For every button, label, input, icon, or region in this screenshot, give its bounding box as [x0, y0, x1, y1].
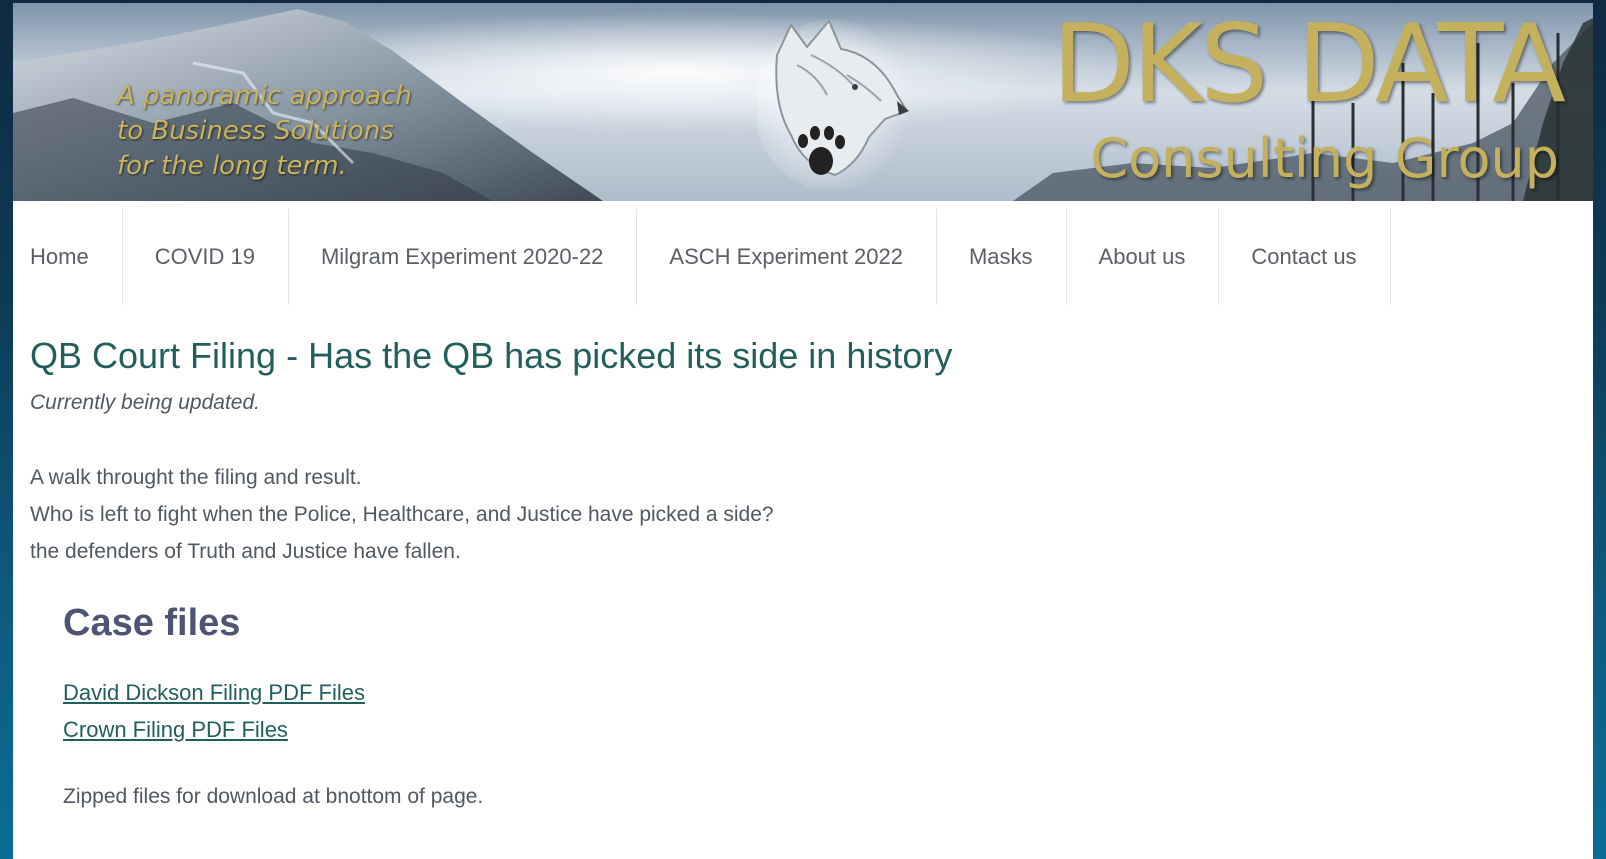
banner-tagline: A panoramic approach to Business Solutio… [117, 79, 412, 184]
intro-line: the defenders of Truth and Justice have … [30, 540, 461, 563]
page: A panoramic approach to Business Solutio… [13, 3, 1593, 859]
crown-filing-link[interactable]: Crown Filing PDF Files [63, 711, 1530, 748]
intro-line: A walk throught the filing and result. [30, 466, 362, 489]
main-content: QB Court Filing - Has the QB has picked … [30, 333, 1530, 812]
nav-item-covid-19[interactable]: COVID 19 [123, 209, 289, 305]
nav-item-asch-experiment[interactable]: ASCH Experiment 2022 [637, 209, 937, 305]
nav-item-masks[interactable]: Masks [937, 209, 1067, 305]
intro-line: Who is left to fight when the Police, He… [30, 503, 774, 526]
wolf-logo-icon [757, 19, 910, 191]
nav-item-about-us[interactable]: About us [1067, 209, 1220, 305]
download-note: Zipped files for download at bnottom of … [63, 785, 484, 808]
case-files-links: David Dickson Filing PDF Files Crown Fil… [63, 674, 1530, 748]
nav-item-home[interactable]: Home [13, 209, 123, 305]
david-dickson-filing-link[interactable]: David Dickson Filing PDF Files [63, 674, 1530, 711]
brand-name: DKS DATA [1051, 3, 1566, 127]
intro-paragraph: A walk throught the filing and result. W… [30, 459, 1530, 570]
case-files-heading: Case files [63, 602, 241, 644]
nav-item-milgram-experiment[interactable]: Milgram Experiment 2020-22 [289, 209, 638, 305]
main-nav: Home COVID 19 Milgram Experiment 2020-22… [13, 209, 1391, 305]
nav-item-contact-us[interactable]: Contact us [1219, 209, 1391, 305]
tagline-line: A panoramic approach [117, 81, 412, 111]
brand-subtitle: Consulting Group [1090, 127, 1559, 190]
case-files-section: Case files David Dickson Filing PDF File… [63, 598, 1530, 812]
header-banner: A panoramic approach to Business Solutio… [13, 3, 1593, 201]
tagline-line: to Business Solutions [117, 116, 394, 146]
update-status-text: Currently being updated. [30, 391, 260, 414]
tagline-line: for the long term. [117, 151, 347, 181]
page-title: QB Court Filing - Has the QB has picked … [30, 335, 953, 376]
